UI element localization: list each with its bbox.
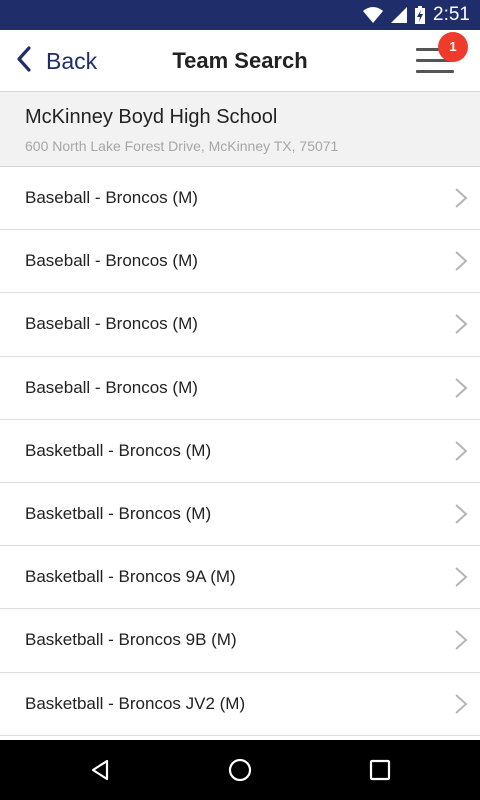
home-circle-icon[interactable] [200,740,280,800]
chevron-right-icon [455,377,468,398]
back-triangle-icon[interactable] [60,740,140,800]
team-label: Baseball - Broncos (M) [25,377,198,397]
team-list[interactable]: Baseball - Broncos (M) Baseball - Bronco… [0,167,480,740]
chevron-right-icon [455,441,468,461]
team-label: Basketball - Broncos JV2 (M) [25,693,246,713]
cell-signal-icon [391,7,408,23]
chevron-right-icon [455,188,468,208]
clock-time: 2:51 [433,4,470,25]
back-label: Back [46,47,98,74]
school-address: 600 North Lake Forest Drive, McKinney TX… [25,138,339,154]
chevron-right-icon [455,314,468,335]
notification-badge: 1 [438,32,468,62]
back-button[interactable]: Back [16,30,97,92]
school-info-panel: McKinney Boyd High School 600 North Lake… [0,92,480,167]
chevron-left-icon [16,45,32,77]
team-label: Baseball - Broncos (M) [25,188,198,208]
chevron-right-icon [455,693,468,714]
team-list-item[interactable]: Baseball - Broncos (M) [0,293,480,357]
chevron-right-icon [455,567,468,587]
team-search-screen: 2:51 Back Team Search 1 McKinney Boyd Hi… [0,0,480,800]
team-list-item[interactable]: Basketball - Broncos 9A (M) [0,546,480,610]
chevron-right-icon [455,504,468,524]
team-list-item[interactable]: Basketball - Broncos (M) [0,419,480,483]
team-list-item[interactable]: Baseball - Broncos (M) [0,230,480,294]
team-list-item[interactable]: Basketball - Broncos JV2 (M) [0,672,480,736]
chevron-right-icon [455,251,468,272]
team-list-item[interactable]: Baseball - Broncos (M) [0,356,480,420]
team-list-item[interactable]: Baseball - Broncos (M) [0,167,480,231]
system-nav-bar [0,740,480,800]
team-label: Basketball - Broncos (M) [25,504,212,524]
team-label: Basketball - Broncos (M) [25,440,212,460]
school-name: McKinney Boyd High School [25,106,278,128]
team-label: Basketball - Broncos 9A (M) [25,567,236,587]
chevron-right-icon [455,630,468,651]
team-list-item[interactable]: Basketball - Broncos 9B (M) [0,609,480,673]
team-label: Baseball - Broncos (M) [25,251,198,271]
team-label: Baseball - Broncos (M) [25,314,198,334]
status-bar: 2:51 [0,0,480,30]
battery-charging-icon [415,6,426,24]
wifi-icon [363,7,384,23]
recents-square-icon[interactable] [340,740,420,800]
team-label: Basketball - Broncos 9B (M) [25,630,237,650]
team-list-item[interactable]: Basketball - Broncos (M) [0,482,480,547]
app-header: Back Team Search 1 [0,30,480,92]
